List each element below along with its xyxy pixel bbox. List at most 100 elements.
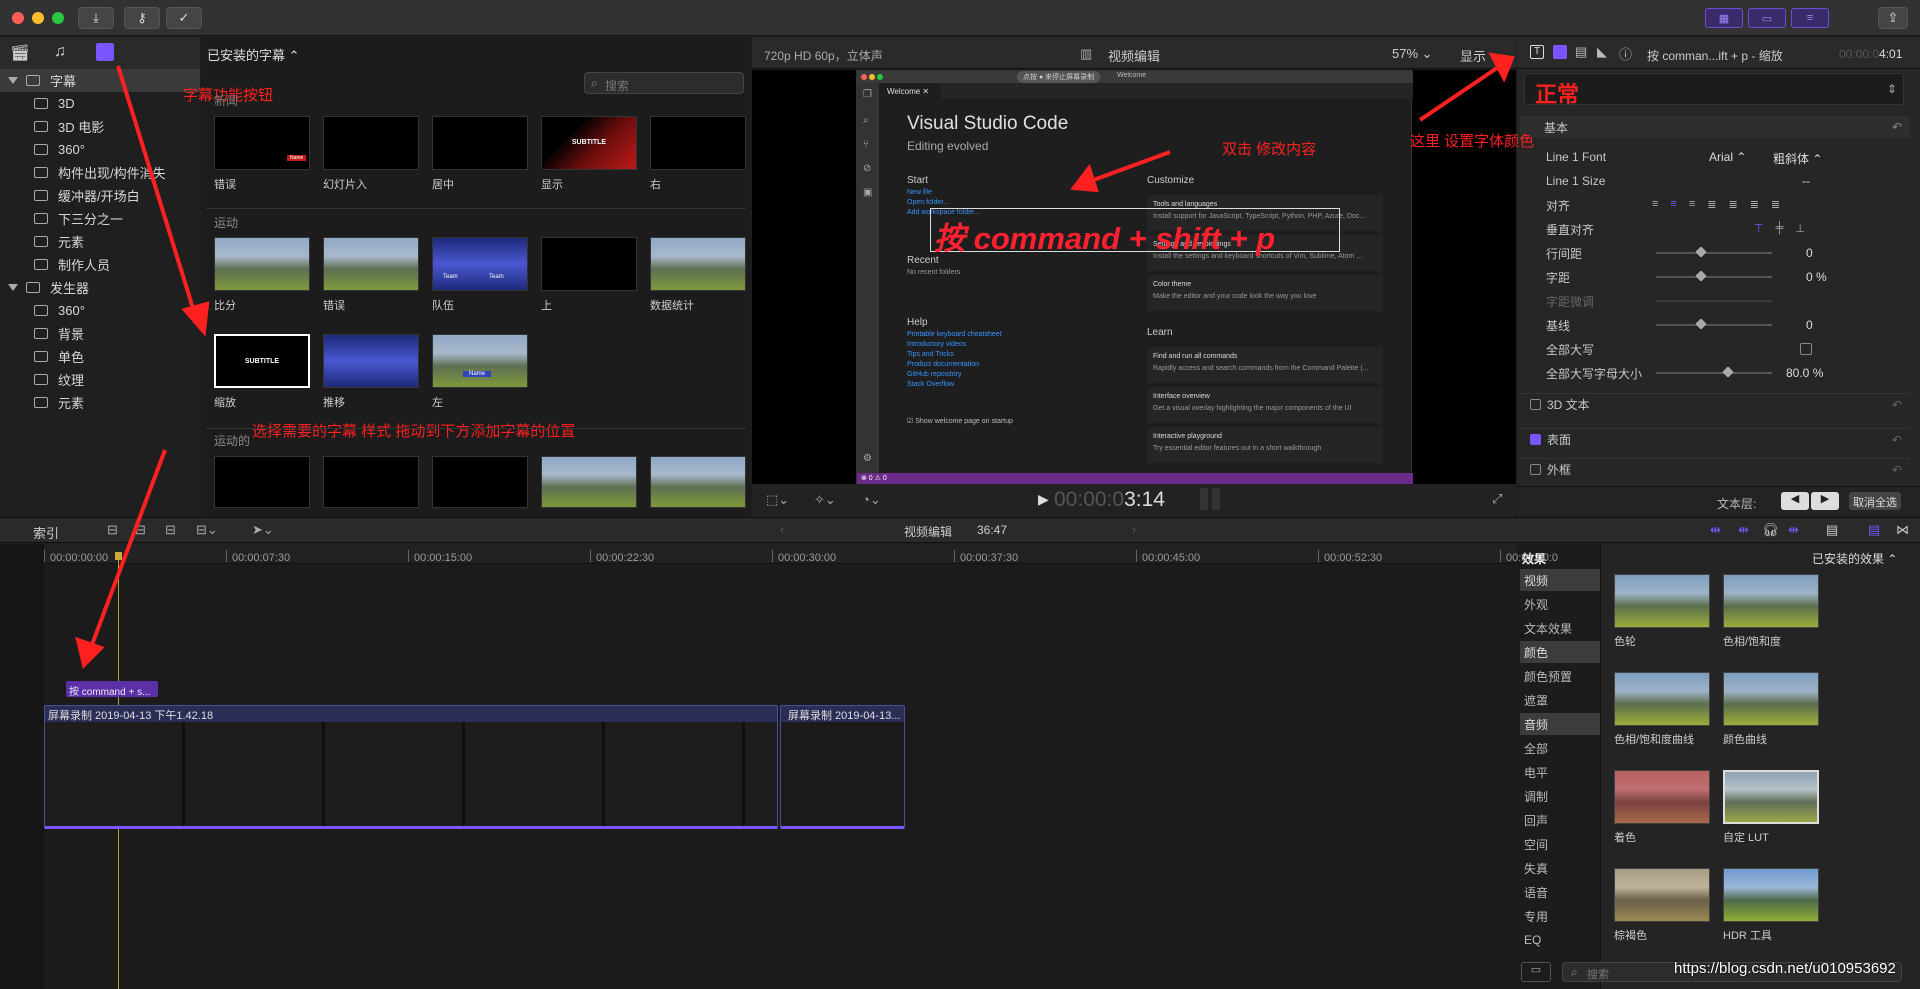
title-thumbnail-label: 右 (650, 179, 661, 191)
ruler-tick (44, 550, 45, 562)
title-thumbnail[interactable] (650, 456, 746, 508)
section-heading-news: 新闻 (214, 94, 239, 108)
ruler-tick (1500, 550, 1501, 562)
ruler-label: 00:00:52:30 (1324, 552, 1383, 564)
arrow-to-timeline (88, 449, 167, 651)
title-thumbnail[interactable] (323, 456, 419, 508)
effect-label: HDR 工具 (1723, 930, 1772, 942)
ruler-label: 00:00:22:30 (596, 552, 655, 564)
effect-label: 色相/饱和度 (1723, 636, 1782, 648)
effect-label: 自定 LUT (1723, 832, 1769, 844)
effects-category-item[interactable]: 颜色预置 (1520, 665, 1600, 687)
ruler-tick (590, 550, 591, 562)
title-thumbnail[interactable]: SUBTITLE (541, 116, 637, 170)
title-thumbnail-label: 上 (541, 300, 552, 312)
effect-label: 色相/饱和度曲线 (1614, 734, 1695, 746)
effects-category-item[interactable]: 专用 (1520, 905, 1600, 927)
arrow-head (75, 636, 105, 669)
arrow-to-text (1087, 150, 1171, 184)
effect-label: 颜色曲线 (1723, 734, 1767, 746)
effects-category-item[interactable]: 语音 (1520, 881, 1600, 903)
title-thumbnail-label: 队伍 (432, 300, 454, 312)
section-divider (206, 208, 746, 209)
effects-category-item[interactable]: 回声 (1520, 809, 1600, 831)
effects-category-item[interactable]: 电平 (1520, 761, 1600, 783)
title-thumbnail[interactable] (323, 334, 419, 388)
title-thumbnail[interactable]: Name (432, 334, 528, 388)
effects-category-item[interactable]: 失真 (1520, 857, 1600, 879)
effect-thumbnail[interactable] (1723, 770, 1819, 824)
effects-category-item[interactable]: EQ (1520, 929, 1600, 951)
title-thumbnail-label: 显示 (541, 179, 563, 191)
section-heading: 运动的 (214, 434, 251, 448)
thumb-name-text: Name (463, 371, 492, 377)
thumb-name-text: Name (287, 155, 307, 161)
effects-category-item[interactable]: 调制 (1520, 785, 1600, 807)
ruler-tick (954, 550, 955, 562)
effect-thumbnail[interactable] (1614, 770, 1710, 824)
title-thumbnail[interactable] (214, 456, 310, 508)
effect-thumbnail[interactable] (1614, 672, 1710, 726)
ruler-tick (408, 550, 409, 562)
ruler-tick (1136, 550, 1137, 562)
ruler-tick (772, 550, 773, 562)
ruler-label: 00:01:00:0 (1506, 552, 1558, 564)
arrow-head (181, 301, 210, 337)
title-thumbnail[interactable]: Name (214, 116, 310, 170)
title-thumbnail-label: 错误 (214, 179, 236, 191)
effect-thumbnail[interactable] (1614, 868, 1710, 922)
arrow-to-inspector (1418, 64, 1502, 122)
title-thumbnail-label: 左 (432, 397, 443, 409)
ruler-label: 00:00:37:30 (960, 552, 1019, 564)
effect-label: 着色 (1614, 832, 1636, 844)
effect-label: 棕褐色 (1614, 930, 1647, 942)
title-thumbnail-label: 推移 (323, 397, 345, 409)
title-thumbnail-label: 数据统计 (650, 300, 694, 312)
ruler-label: 00:00:45:00 (1142, 552, 1201, 564)
ruler-label: 00:00:15:00 (414, 552, 473, 564)
ruler-tick (1318, 550, 1319, 562)
title-thumbnail-label: 幻灯片入 (323, 179, 367, 191)
ruler-tick (226, 550, 227, 562)
effects-category-item[interactable]: 文本效果 (1520, 617, 1600, 639)
ruler-label: 00:00:00:00 (50, 552, 109, 564)
effects-category-item[interactable]: 空间 (1520, 833, 1600, 855)
ruler-label: 00:00:07:30 (232, 552, 291, 564)
title-thumbnail[interactable] (214, 237, 310, 291)
effect-thumbnail[interactable] (1723, 574, 1819, 628)
arrow-to-sidebar-thumb (116, 65, 198, 319)
arrow-head (1488, 52, 1515, 83)
effects-category-item[interactable]: 遮罩 (1520, 689, 1600, 711)
title-thumbnail[interactable]: SUBTITLE (214, 334, 310, 388)
effect-thumbnail[interactable] (1614, 574, 1710, 628)
title-thumbnail[interactable] (432, 456, 528, 508)
thumb-team-text: Team (489, 274, 504, 280)
title-thumbnail[interactable] (323, 116, 419, 170)
title-thumbnail[interactable] (541, 456, 637, 508)
effect-label: 色轮 (1614, 636, 1636, 648)
thumb-subtitle-text: SUBTITLE (571, 139, 607, 146)
effects-category-item[interactable]: 视频 (1520, 569, 1600, 591)
title-thumbnail-label: 错误 (323, 300, 345, 312)
arrow-head (1070, 163, 1099, 193)
effect-thumbnail[interactable] (1723, 672, 1819, 726)
section-heading: 运动 (214, 216, 239, 230)
section-divider (206, 428, 746, 429)
effect-thumbnail[interactable] (1723, 868, 1819, 922)
title-thumbnail[interactable] (650, 116, 746, 170)
title-thumbnail[interactable] (323, 237, 419, 291)
effects-category-item[interactable]: 颜色 (1520, 641, 1600, 663)
effects-category-item[interactable]: 全部 (1520, 737, 1600, 759)
title-thumbnail-label: 比分 (214, 300, 236, 312)
thumb-subtitle-text: SUBTITLE (244, 358, 280, 365)
effects-category-item[interactable]: 音频 (1520, 713, 1600, 735)
title-thumbnail-label: 居中 (432, 179, 454, 191)
title-thumbnail[interactable] (432, 116, 528, 170)
effects-category-item[interactable]: 外观 (1520, 593, 1600, 615)
thumb-team-text: Team (443, 274, 458, 280)
title-thumbnail[interactable] (650, 237, 746, 291)
title-thumbnail-label: 缩放 (214, 397, 236, 409)
title-thumbnail[interactable]: Team Team (432, 237, 528, 291)
title-thumbnail[interactable] (541, 237, 637, 291)
ruler-label: 00:00:30:00 (778, 552, 837, 564)
